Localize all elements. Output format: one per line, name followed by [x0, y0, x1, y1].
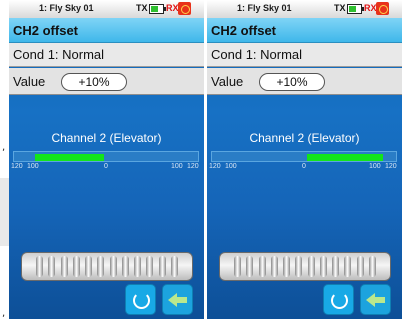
tick-label: 100 [171, 163, 183, 170]
rx-signal-icon [376, 2, 389, 15]
condition-selector[interactable]: Cond 1: Normal [9, 43, 204, 67]
model-name: 1: Fly Sky 01 [39, 3, 94, 13]
channel-output-fill [307, 154, 383, 161]
condition-selector[interactable]: Cond 1: Normal [207, 43, 402, 67]
bar-scale: 120 100 0 100 120 [207, 163, 402, 173]
tick-label: 120 [187, 163, 199, 170]
rx-label: RX [166, 3, 179, 13]
tick-label: 100 [27, 163, 39, 170]
tick-label: 0 [104, 163, 108, 170]
undo-icon[interactable] [323, 284, 354, 315]
page-title: CH2 offset [9, 18, 204, 43]
tick-label: 100 [369, 163, 381, 170]
value-label: Value [211, 74, 244, 89]
rx-label: RX [364, 3, 377, 13]
undo-icon[interactable] [125, 284, 156, 315]
value-roller[interactable] [21, 252, 193, 281]
tx-label: TX [136, 3, 148, 13]
back-arrow-icon[interactable] [360, 284, 391, 315]
punctuation-mark: , [2, 308, 6, 319]
channel-name: Channel 2 (Elevator) [249, 131, 360, 145]
tick-label: 100 [225, 163, 237, 170]
tick-label: 120 [209, 163, 221, 170]
battery-icon [347, 4, 364, 14]
bar-scale: 120 100 0 100 120 [9, 163, 204, 173]
left-gutter-panel [0, 178, 9, 246]
model-name: 1: Fly Sky 01 [237, 3, 292, 13]
left-gutter: , , [0, 0, 9, 319]
tx-label: TX [334, 3, 346, 13]
channel-output-fill [35, 154, 104, 161]
back-arrow-icon[interactable] [162, 284, 193, 315]
battery-icon [149, 4, 166, 14]
value-field[interactable]: +10% [61, 73, 127, 91]
value-label: Value [13, 74, 46, 89]
status-bar: 1: Fly Sky 01 TX RX [207, 0, 402, 18]
transmitter-screen-1: 1: Fly Sky 01 TX RX CH2 offset Cond 1: N… [9, 0, 204, 319]
channel-output-bar [13, 151, 199, 162]
value-roller[interactable] [219, 252, 391, 281]
punctuation-mark: , [2, 142, 6, 153]
status-bar: 1: Fly Sky 01 TX RX [9, 0, 204, 18]
transmitter-screen-2: 1: Fly Sky 01 TX RX CH2 offset Cond 1: N… [207, 0, 402, 319]
tick-label: 120 [385, 163, 397, 170]
tick-label: 120 [11, 163, 23, 170]
rx-signal-icon [178, 2, 191, 15]
page-title: CH2 offset [207, 18, 402, 43]
channel-name: Channel 2 (Elevator) [51, 131, 162, 145]
channel-output-bar [211, 151, 397, 162]
tick-label: 0 [302, 163, 306, 170]
value-row: Value +10% [207, 68, 402, 95]
value-field[interactable]: +10% [259, 73, 325, 91]
value-row: Value +10% [9, 68, 204, 95]
